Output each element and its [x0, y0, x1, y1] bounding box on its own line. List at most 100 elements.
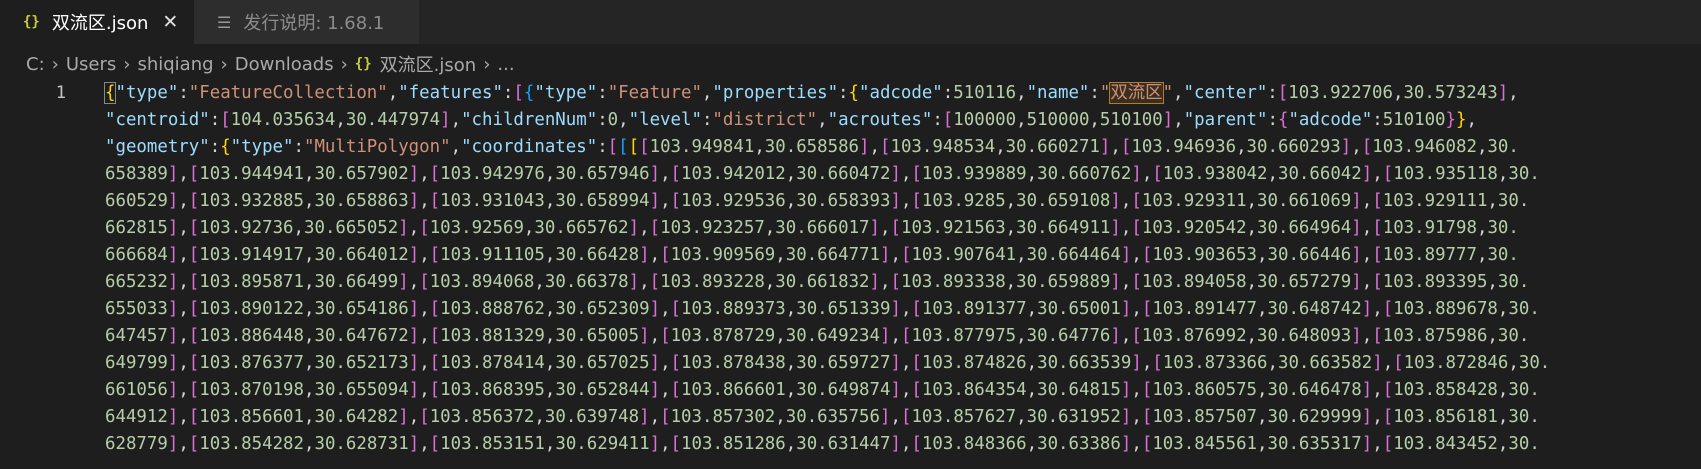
bracket-token: ]	[1351, 272, 1362, 292]
tab-release-notes[interactable]: ☰ 发行说明: 1.68.1	[194, 0, 420, 44]
code-line[interactable]: {"type":"FeatureCollection","features":[…	[103, 80, 1695, 107]
bracket-token: [	[1141, 245, 1153, 265]
punctuation-token: ,	[1016, 110, 1027, 130]
breadcrumb-item-user[interactable]: shiqiang	[137, 54, 213, 75]
key-token: "coordinates"	[461, 137, 598, 157]
string-token: "MultiPolygon"	[303, 137, 451, 157]
punctuation-token: ,	[1487, 326, 1498, 346]
bracket-token: ]	[408, 245, 420, 265]
code-line[interactable]: "centroid":[104.035634,30.447974],"child…	[105, 107, 1695, 134]
number-token: 30.660293	[1246, 137, 1341, 157]
number-token: 103.931043	[440, 191, 545, 211]
breadcrumb-item-drive[interactable]: C:	[26, 54, 45, 75]
punctuation-token: ,	[419, 164, 430, 184]
number-token: 30.	[1487, 245, 1519, 265]
bracket-token: ]	[1131, 353, 1142, 373]
key-token: "type"	[230, 137, 294, 157]
number-token: 103.944941	[199, 164, 304, 184]
number-token: 510000	[1026, 110, 1090, 130]
breadcrumb-item-symbols[interactable]: ...	[497, 54, 514, 75]
code-line[interactable]: 660529],[103.932885,30.658863],[103.9310…	[105, 188, 1695, 215]
number-token: 103.914917	[199, 245, 304, 265]
close-icon[interactable]: ✕	[162, 11, 178, 33]
number-token: 103.923257	[660, 218, 765, 238]
code-line[interactable]: 661056],[103.870198,30.655094],[103.8683…	[105, 377, 1695, 404]
bracket-token: ]	[1372, 353, 1383, 373]
code-line[interactable]: 649799],[103.876377,30.652173],[103.8784…	[105, 350, 1695, 377]
line-number: 1	[55, 83, 66, 103]
bracket-token: ]	[639, 407, 650, 427]
punctuation-token: ,	[900, 191, 912, 211]
code-line[interactable]: 628779],[103.854282,30.628731],[103.8531…	[105, 431, 1695, 458]
punctuation-token: ,	[544, 434, 556, 454]
punctuation-token: ,	[1120, 218, 1132, 238]
number-token: 103.91798	[1382, 218, 1477, 238]
tab-label: 双流区.json	[51, 13, 149, 34]
bracket-token: [	[1382, 299, 1394, 319]
punctuation-token: ,	[1173, 83, 1184, 103]
bracket-token: ]	[1162, 110, 1174, 130]
number-token: 103.875986	[1382, 326, 1488, 346]
tab-shuangliu-json[interactable]: {} 双流区.json ✕	[0, 0, 194, 44]
code-line[interactable]: 647457],[103.886448,30.647672],[103.8813…	[105, 323, 1695, 350]
punctuation-token: ,	[649, 326, 661, 346]
bracket-token: [	[900, 326, 912, 346]
number-token: 30.63386	[1037, 434, 1121, 454]
punctuation-token: ,	[1487, 191, 1498, 211]
code-line[interactable]: 662815],[103.92736,30.665052],[103.92569…	[105, 215, 1695, 242]
code-editor[interactable]: 1 {"type":"FeatureCollection","features"…	[0, 80, 1701, 469]
number-token: 103.894058	[1141, 272, 1247, 292]
code-line[interactable]: 665232],[103.895871,30.66499],[103.89406…	[105, 269, 1695, 296]
punctuation-token: ,	[785, 164, 797, 184]
punctuation-token: ,	[544, 380, 556, 400]
bracket-token: [	[1277, 83, 1289, 103]
punctuation-token: ,	[1476, 218, 1488, 238]
code-content[interactable]: {"type":"FeatureCollection","features":[…	[103, 80, 1695, 458]
bracket-token: [	[607, 137, 619, 157]
number-token: 103.946936	[1131, 137, 1237, 157]
number-token: 30.660271	[1005, 137, 1100, 157]
bracket-token: ]	[628, 218, 640, 238]
punctuation-token: ,	[178, 299, 189, 319]
number-token: 30.664464	[1026, 245, 1121, 265]
breadcrumb-item-file[interactable]: 双流区.json	[380, 51, 477, 77]
key-token: "childrenNum"	[461, 110, 598, 130]
number-token: 30.661832	[775, 272, 870, 292]
number-token: 30.657902	[314, 164, 409, 184]
number-token: 30.660472	[796, 164, 891, 184]
editor-tab-bar: {} 双流区.json ✕ ☰ 发行说明: 1.68.1	[0, 0, 1701, 44]
punctuation-token: ,	[1267, 164, 1278, 184]
bracket-token: {	[523, 83, 535, 103]
number-token: 103.877975	[911, 326, 1017, 346]
number-token: 103.9285	[921, 191, 1006, 211]
number-token: 30.66446	[1267, 245, 1352, 265]
bracket-token: ]	[167, 164, 179, 184]
number-token: 103.864354	[921, 380, 1027, 400]
code-line[interactable]: 658389],[103.944941,30.657902],[103.9429…	[105, 161, 1695, 188]
bracket-token: [	[419, 272, 430, 292]
bracket-token: [	[1120, 137, 1132, 157]
number-token: 103.942012	[681, 164, 786, 184]
punctuation-token: ,	[1508, 353, 1519, 373]
bracket-token: ]	[1120, 407, 1132, 427]
number-token: 30.663539	[1037, 353, 1132, 373]
code-line[interactable]: 655033],[103.890122,30.654186],[103.8887…	[105, 296, 1695, 323]
punctuation-token: :	[597, 83, 608, 103]
number-token: 30.447974	[345, 110, 441, 130]
breadcrumb-item-users[interactable]: Users	[66, 54, 116, 75]
punctuation-token: ,	[1361, 272, 1373, 292]
breadcrumb-item-downloads[interactable]: Downloads	[235, 54, 334, 75]
number-token: 103.895871	[199, 272, 304, 292]
key-token: "geometry"	[105, 137, 210, 157]
number-token: 30.649874	[796, 380, 891, 400]
punctuation-token: ,	[785, 191, 797, 211]
code-line[interactable]: 666684],[103.914917,30.664012],[103.9111…	[105, 242, 1695, 269]
code-line[interactable]: 644912],[103.856601,30.64282],[103.85637…	[105, 404, 1695, 431]
number-token: 30.659727	[796, 353, 891, 373]
punctuation-token: ,	[1372, 164, 1383, 184]
punctuation-token: ,	[1026, 380, 1038, 400]
punctuation-token: ,	[1476, 137, 1488, 157]
code-line[interactable]: "geometry":{"type":"MultiPolygon","coord…	[105, 134, 1695, 161]
bracket-token: ]	[890, 191, 901, 211]
punctuation-token: ,	[419, 434, 430, 454]
